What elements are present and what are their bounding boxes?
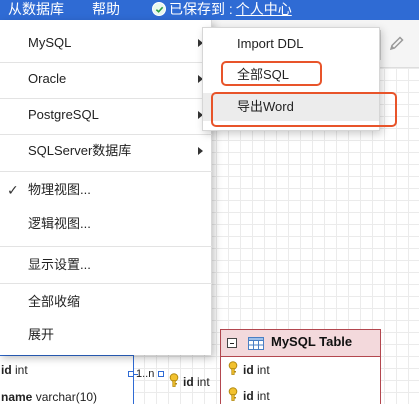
menu-separator [0, 62, 212, 63]
menu-item-label: 逻辑视图... [28, 216, 91, 231]
menu-item-label: 物理视图... [28, 182, 91, 197]
field-type: int [257, 388, 270, 403]
menu-item-sqlserver[interactable]: SQLServer数据库 [0, 136, 212, 166]
user-center-link[interactable]: 个人中心 [236, 0, 292, 18]
table-field-row[interactable]: id int [227, 387, 270, 404]
table-icon [248, 337, 264, 355]
table-field-row[interactable]: id int [1, 363, 28, 377]
field-name: id [243, 362, 254, 377]
submenu-item-export-word[interactable]: 导出Word [203, 93, 379, 121]
menu-separator [0, 98, 212, 99]
checkmark-icon: ✓ [7, 182, 19, 198]
table-card-left[interactable]: id int name varchar(10) [0, 355, 134, 404]
connector-handle[interactable] [158, 371, 164, 377]
table-card-mysql[interactable]: MySQL Table id int id int [220, 329, 381, 404]
submenu-item-import-ddl[interactable]: Import DDL [203, 30, 379, 58]
menu-item-physical-view[interactable]: ✓ 物理视图... [0, 175, 212, 205]
menu-separator [0, 171, 212, 172]
menu-separator [0, 134, 212, 135]
menu-item-logical-view[interactable]: 逻辑视图... [0, 209, 212, 239]
toolbar-divider [380, 30, 381, 60]
field-name: id [1, 363, 12, 377]
relation-label: 1..n [136, 368, 155, 380]
menu-item-label: 显示设置... [28, 257, 91, 272]
table-card-header: MySQL Table [221, 330, 380, 357]
field-type: int [257, 362, 270, 377]
field-type: int [15, 363, 28, 377]
table-card-title: MySQL Table [271, 334, 353, 349]
submenu-arrow-icon [198, 147, 203, 155]
menu-item-label: PostgreSQL [28, 107, 99, 122]
menu-help[interactable]: 帮助 [92, 0, 120, 18]
key-icon [168, 373, 180, 390]
menu-item-collapse-all[interactable]: 全部收缩 [0, 287, 212, 317]
relation-field[interactable]: id int [168, 373, 210, 390]
pencil-icon[interactable] [389, 35, 405, 56]
context-menu: MySQL Oracle PostgreSQL SQLServer数据库 ✓ 物… [0, 20, 212, 355]
menu-item-label: MySQL [28, 35, 72, 50]
menu-item-label: SQLServer数据库 [28, 143, 132, 158]
collapse-icon[interactable] [227, 338, 237, 348]
mysql-submenu: Import DDL 全部SQL 导出Word [202, 27, 380, 131]
submenu-item-all-sql[interactable]: 全部SQL [203, 61, 379, 89]
menu-item-expand[interactable]: 展开 [0, 320, 212, 350]
key-icon [227, 387, 239, 404]
menu-item-label: 展开 [28, 327, 55, 342]
menu-item-display-settings[interactable]: 显示设置... [0, 250, 212, 280]
field-type: int [197, 374, 210, 389]
menu-item-label: Oracle [28, 71, 67, 86]
menubar: 从数据库 帮助 已保存到 : 个人中心 [0, 0, 419, 20]
key-icon [227, 361, 239, 378]
table-field-row[interactable]: name varchar(10) [1, 390, 97, 404]
menu-item-label: 全部收缩 [28, 294, 81, 309]
field-type: varchar(10) [35, 390, 98, 404]
menu-item-oracle[interactable]: Oracle [0, 64, 212, 94]
field-name: id [183, 374, 194, 389]
menu-separator [0, 283, 212, 284]
saved-text: 已保存到 : [169, 1, 233, 17]
menu-from-database[interactable]: 从数据库 [8, 0, 64, 18]
menu-separator [0, 246, 212, 247]
table-field-row[interactable]: id int [227, 361, 270, 378]
field-name: id [243, 388, 254, 403]
field-name: name [1, 390, 33, 404]
save-status: 已保存到 : 个人中心 [152, 0, 292, 18]
menu-item-mysql[interactable]: MySQL [0, 28, 212, 58]
checkmark-circle-icon [152, 2, 166, 16]
menu-item-postgresql[interactable]: PostgreSQL [0, 100, 212, 130]
